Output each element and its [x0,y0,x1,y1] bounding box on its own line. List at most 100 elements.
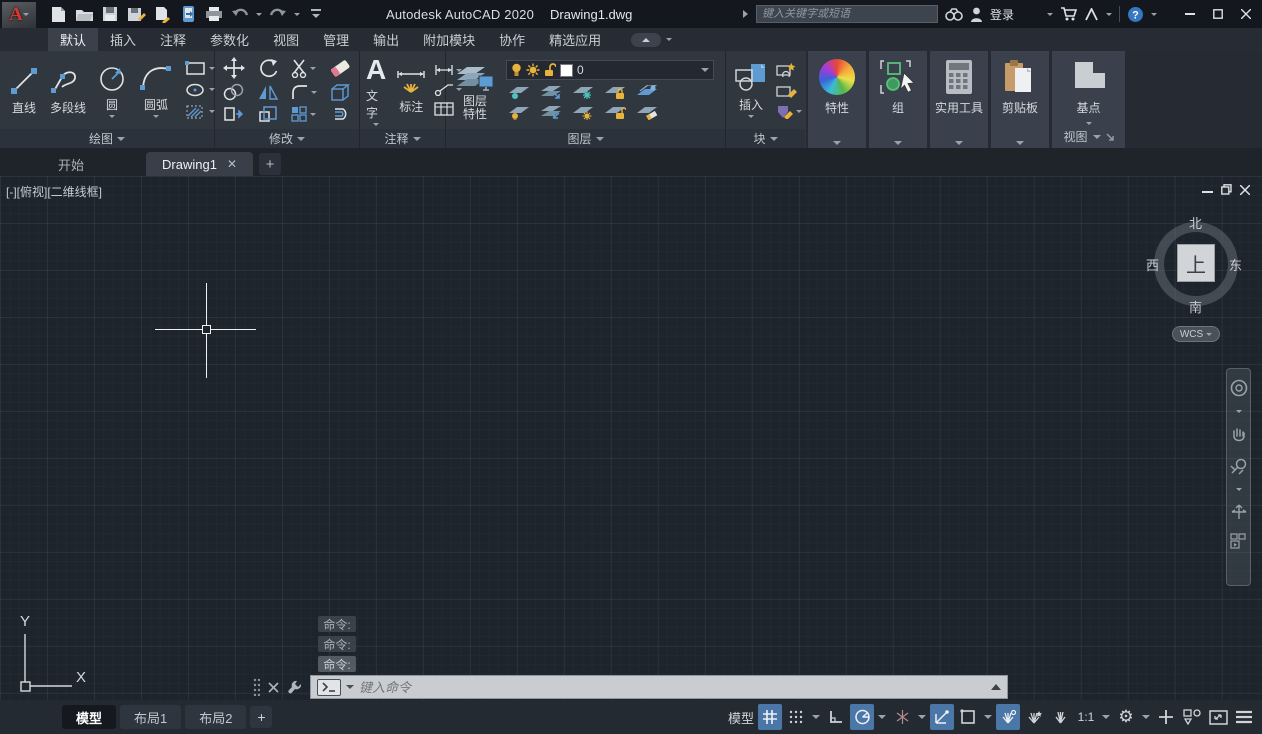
ribbon-tab-view[interactable]: 视图 [261,28,311,51]
undo-caret-icon[interactable] [256,13,262,16]
panel-properties[interactable]: 特性 [808,51,866,148]
scale-icon[interactable] [258,105,278,123]
viewcube-east[interactable]: 东 [1229,255,1242,274]
sign-in-caret-icon[interactable] [1047,13,1053,16]
command-input[interactable] [359,680,986,695]
move-icon[interactable] [223,57,245,79]
hatch-icon[interactable] [185,104,207,120]
new-drawing-tab-button[interactable]: + [259,153,281,175]
scale-caret-icon[interactable] [1102,715,1110,719]
workspace-caret-icon[interactable] [1142,715,1150,719]
customization-menu-icon[interactable] [1232,704,1256,730]
viewcube-west[interactable]: 西 [1146,255,1159,274]
pan-hand-icon[interactable] [1231,426,1247,444]
command-close-icon[interactable] [268,682,279,693]
command-prompt-icon[interactable] [317,679,341,696]
command-recent-caret-icon[interactable] [346,685,354,689]
layer-tool-icon[interactable] [572,85,594,100]
polyline-button[interactable]: 多段线 [47,65,89,116]
panel-label-annotation[interactable]: 注释 [360,129,445,148]
viewport-controls-label[interactable]: [-][俯视][二维线框] [6,183,102,200]
command-grip-icon[interactable] [253,678,260,696]
layer-properties-button[interactable]: 图层 特性 [452,60,498,120]
isolate-objects-icon[interactable] [1180,704,1204,730]
open-file-icon[interactable] [74,4,94,24]
ribbon-tab-collaborate[interactable]: 协作 [487,28,537,51]
model-space-button[interactable]: 模型 [726,704,756,730]
base-button[interactable]: 基点 [1052,99,1125,130]
autodesk-account-icon[interactable] [1084,8,1099,21]
viewcube-south[interactable]: 南 [1189,297,1202,316]
edit-block-icon[interactable] [776,83,798,98]
zoom-icon[interactable] [1230,457,1248,475]
array-caret-icon[interactable] [310,113,316,116]
viewcube-north[interactable]: 北 [1189,213,1202,232]
save-to-web-icon[interactable] [178,4,198,24]
object-snap-icon[interactable] [956,704,980,730]
undo-icon[interactable] [230,4,250,24]
maximize-button[interactable] [1206,4,1230,24]
ribbon-collapse-caret-icon[interactable] [666,38,672,41]
file-tab-start[interactable]: 开始 [42,152,100,176]
trim-icon[interactable] [290,58,308,78]
panel-label-block[interactable]: 块 [726,129,805,148]
arc-caret-icon[interactable] [153,115,159,118]
insert-caret-icon[interactable] [748,115,754,118]
command-bar[interactable] [310,675,1008,699]
clipboard-panel-caret-icon[interactable] [1016,141,1024,145]
layer-tool-icon[interactable] [604,105,626,120]
view-panel-caret-icon[interactable] [1093,135,1101,139]
polar-tracking-icon[interactable] [850,704,874,730]
command-customize-wrench-icon[interactable] [287,679,303,695]
layer-tool-icon[interactable] [572,105,594,120]
isometric-drafting-icon[interactable] [890,704,914,730]
clean-screen-icon[interactable] [1206,704,1230,730]
annotation-autoscale-icon[interactable] [1022,704,1046,730]
stretch-icon[interactable] [223,105,245,123]
dialog-launcher-icon[interactable] [1106,133,1114,141]
open-from-web-icon[interactable] [152,4,172,24]
drawing-canvas[interactable]: [-][俯视][二维线框] 北 西 东 南 上 WCS Y X 命令: 命令: … [0,176,1262,734]
zoom-caret-icon[interactable] [1236,488,1242,491]
redo-caret-icon[interactable] [294,13,300,16]
layout-tab-model[interactable]: 模型 [62,705,116,729]
panel-label-layers[interactable]: 图层 [446,129,725,148]
help-icon[interactable]: ? [1127,6,1144,23]
layer-tool-icon[interactable] [540,85,562,100]
search-binoculars-icon[interactable] [945,7,963,21]
viewport-minimize-icon[interactable] [1202,185,1213,194]
rectangle-icon[interactable] [185,61,207,76]
layer-tool-icon[interactable] [636,85,658,100]
osnap-caret-icon[interactable] [984,715,992,719]
text-button[interactable]: A 文字 [363,55,389,126]
array-icon[interactable] [290,105,308,123]
isodraft-caret-icon[interactable] [918,715,926,719]
polar-caret-icon[interactable] [878,715,886,719]
object-snap-tracking-icon[interactable] [930,704,954,730]
app-store-cart-icon[interactable] [1060,7,1077,21]
ribbon-tab-insert[interactable]: 插入 [98,28,148,51]
save-as-icon[interactable] [126,4,146,24]
attributes-icon[interactable] [776,104,794,119]
panel-utilities[interactable]: 实用工具 [930,51,988,148]
mirror-icon[interactable] [257,83,279,101]
groups-panel-caret-icon[interactable] [894,141,902,145]
account-caret-icon[interactable] [1106,13,1112,16]
utilities-panel-caret-icon[interactable] [955,141,963,145]
snap-caret-icon[interactable] [812,715,820,719]
save-icon[interactable] [100,4,120,24]
circle-button[interactable]: 圆 [93,62,131,118]
minimize-button[interactable] [1178,4,1202,24]
ucs-icon[interactable]: Y X [6,610,98,696]
rotate-icon[interactable] [258,58,278,78]
layer-tool-icon[interactable] [604,85,626,100]
search-expand-icon[interactable] [742,9,749,19]
panel-groups[interactable]: 组 [869,51,927,148]
fillet-icon[interactable] [291,83,309,101]
layer-tool-icon[interactable] [540,105,562,120]
plot-icon[interactable] [204,4,224,24]
file-tab-drawing1[interactable]: Drawing1✕ [146,152,253,176]
trim-caret-icon[interactable] [310,67,316,70]
file-tab-close-icon[interactable]: ✕ [227,157,237,171]
erase-icon[interactable] [329,58,351,78]
